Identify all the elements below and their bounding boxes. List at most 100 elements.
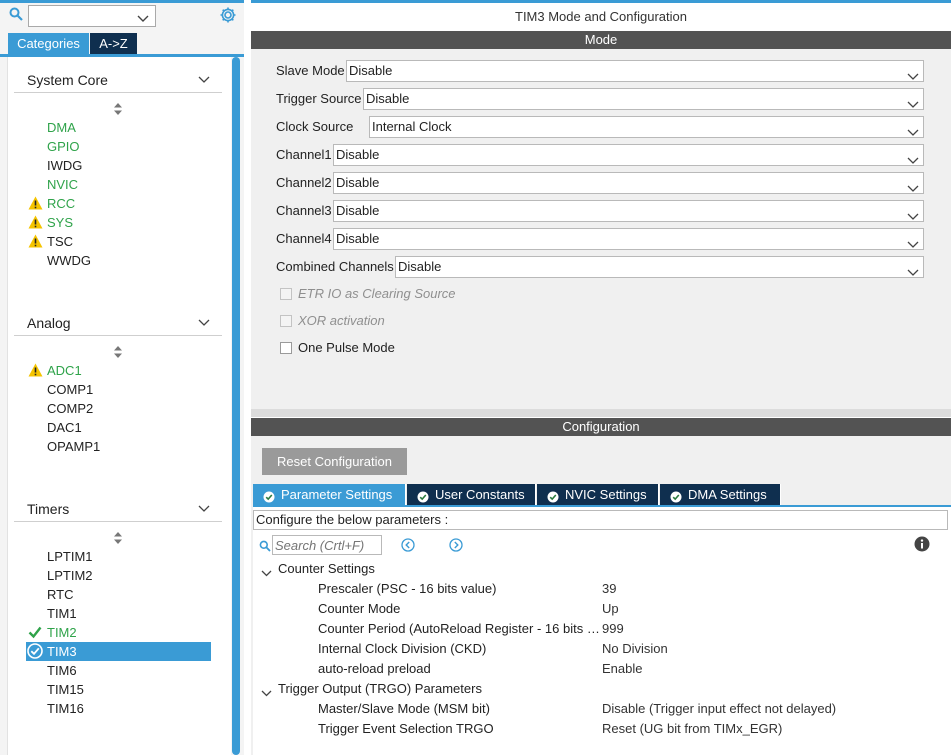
- sidebar-item-label: TIM1: [47, 606, 77, 621]
- sidebar-item-nvic[interactable]: NVIC: [26, 175, 211, 194]
- channel1-select[interactable]: Disable: [333, 144, 924, 166]
- sidebar-item-comp1[interactable]: COMP1: [26, 380, 211, 399]
- left-panel: Categories A->Z System Core DMA GPIO IWDG NV…: [0, 0, 244, 755]
- category-header-analog[interactable]: Analog: [14, 312, 222, 336]
- tab-a-z[interactable]: A->Z: [90, 33, 137, 54]
- sidebar-item-rcc[interactable]: RCC: [26, 194, 211, 213]
- sidebar-item-tsc[interactable]: TSC: [26, 232, 211, 251]
- parameter-value[interactable]: Reset (UG bit from TIMx_EGR): [602, 721, 782, 736]
- sidebar-item-iwdg[interactable]: IWDG: [26, 156, 211, 175]
- sidebar-item-dma[interactable]: DMA: [26, 118, 211, 137]
- chevron-down-icon: [907, 151, 919, 171]
- sidebar-item-wwdg[interactable]: WWDG: [26, 251, 211, 270]
- info-icon[interactable]: [914, 536, 930, 555]
- sidebar-item-lptim2[interactable]: LPTIM2: [26, 566, 211, 585]
- parameter-value[interactable]: Up: [602, 601, 619, 616]
- chevron-down-icon[interactable]: [198, 501, 210, 516]
- tab-user-constants[interactable]: User Constants: [407, 484, 536, 505]
- panel-splitter[interactable]: [251, 409, 951, 417]
- sidebar-item-tim3[interactable]: TIM3: [26, 642, 211, 661]
- sidebar-item-gpio[interactable]: GPIO: [26, 137, 211, 156]
- parameter-value[interactable]: No Division: [602, 641, 668, 656]
- sidebar-item-adc1[interactable]: ADC1: [26, 361, 211, 380]
- sidebar-item-label: TIM6: [47, 663, 77, 678]
- channel2-label: Channel2: [276, 175, 332, 190]
- sidebar-item-tim1[interactable]: TIM1: [26, 604, 211, 623]
- parameter-value[interactable]: Enable: [602, 661, 642, 676]
- configuration-header: Configuration: [251, 418, 951, 436]
- sort-icon[interactable]: [113, 103, 123, 118]
- parameter-row[interactable]: Counter Period (AutoReload Register - 16…: [253, 619, 951, 639]
- previous-match-button[interactable]: [401, 538, 415, 555]
- chevron-down-icon: [907, 95, 919, 115]
- sidebar-item-tim6[interactable]: TIM6: [26, 661, 211, 680]
- category-header-system-core[interactable]: System Core: [14, 69, 222, 93]
- parameter-row[interactable]: Master/Slave Mode (MSM bit) Disable (Trig…: [253, 699, 951, 719]
- main-panel-top-border: [251, 0, 951, 3]
- combined-channels-select[interactable]: Disable: [395, 256, 924, 278]
- trigger-source-value: Disable: [366, 91, 410, 106]
- parameter-search-input[interactable]: [272, 535, 382, 555]
- parameter-row[interactable]: Trigger Event Selection TRGO Reset (UG bi…: [253, 719, 951, 739]
- sidebar-scrollbar[interactable]: [232, 57, 240, 755]
- category-header-timers[interactable]: Timers: [14, 498, 222, 522]
- parameter-row[interactable]: Counter Mode Up: [253, 599, 951, 619]
- combined-channels-label: Combined Channels: [276, 259, 394, 274]
- checkbox-box[interactable]: [280, 288, 292, 300]
- clock-source-label: Clock Source: [276, 119, 354, 134]
- sidebar-item-tim15[interactable]: TIM15: [26, 680, 211, 699]
- channel3-value: Disable: [336, 203, 380, 218]
- channel2-select[interactable]: Disable: [333, 172, 924, 194]
- tab-nvic-settings[interactable]: NVIC Settings: [537, 484, 659, 505]
- sidebar-item-sys[interactable]: SYS: [26, 213, 211, 232]
- checkbox-box[interactable]: [280, 315, 292, 327]
- sidebar-item-lptim1[interactable]: LPTIM1: [26, 547, 211, 566]
- channel4-label: Channel4: [276, 231, 332, 246]
- sidebar-item-tim16[interactable]: TIM16: [26, 699, 211, 718]
- parameter-row[interactable]: Internal Clock Division (CKD) No Division: [253, 639, 951, 659]
- parameter-row[interactable]: Prescaler (PSC - 16 bits value) 39: [253, 579, 951, 599]
- channel4-select[interactable]: Disable: [333, 228, 924, 250]
- chevron-down-icon[interactable]: [137, 11, 149, 26]
- checkbox-box[interactable]: [280, 342, 292, 354]
- chevron-down-icon[interactable]: [198, 72, 210, 87]
- sort-icon[interactable]: [113, 532, 123, 547]
- sidebar-item-dac1[interactable]: DAC1: [26, 418, 211, 437]
- gear-icon[interactable]: [219, 6, 237, 27]
- sidebar-item-comp2[interactable]: COMP2: [26, 399, 211, 418]
- tab-dma-settings[interactable]: DMA Settings: [660, 484, 781, 505]
- tab-categories[interactable]: Categories: [8, 33, 89, 54]
- sidebar-item-label: DAC1: [47, 420, 82, 435]
- parameter-value[interactable]: Disable (Trigger input effect not delaye…: [602, 701, 836, 716]
- search-input[interactable]: [28, 5, 156, 27]
- parameter-name: auto-reload preload: [318, 661, 431, 676]
- clock-source-value: Internal Clock: [372, 119, 452, 134]
- parameter-name: Prescaler (PSC - 16 bits value): [318, 581, 497, 596]
- clock-source-select[interactable]: Internal Clock: [369, 116, 924, 138]
- next-match-button[interactable]: [449, 538, 463, 555]
- sidebar-item-tim2[interactable]: TIM2: [26, 623, 211, 642]
- channel2-value: Disable: [336, 175, 380, 190]
- reset-configuration-button[interactable]: Reset Configuration: [262, 448, 407, 475]
- parameter-value[interactable]: 39: [602, 581, 616, 596]
- sidebar-item-rtc[interactable]: RTC: [26, 585, 211, 604]
- chevron-down-icon: [907, 263, 919, 283]
- tab-parameter-settings[interactable]: Parameter Settings: [253, 484, 406, 505]
- category-title: Timers: [27, 501, 70, 517]
- chevron-down-icon[interactable]: [261, 565, 272, 580]
- parameter-name: Master/Slave Mode (MSM bit): [318, 701, 490, 716]
- chevron-down-icon[interactable]: [198, 315, 210, 330]
- sort-icon[interactable]: [113, 346, 123, 361]
- parameter-row[interactable]: auto-reload preload Enable: [253, 659, 951, 679]
- sidebar-item-opamp1[interactable]: OPAMP1: [26, 437, 211, 456]
- trigger-source-select[interactable]: Disable: [363, 88, 924, 110]
- parameter-value[interactable]: 999: [602, 621, 624, 636]
- chevron-down-icon[interactable]: [261, 685, 272, 700]
- slave-mode-select[interactable]: Disable: [346, 60, 924, 82]
- chevron-down-icon: [907, 235, 919, 255]
- parameter-name: Counter Mode: [318, 601, 401, 616]
- search-icon[interactable]: [9, 7, 23, 24]
- category-title: Analog: [27, 315, 71, 331]
- channel3-label: Channel3: [276, 203, 332, 218]
- channel3-select[interactable]: Disable: [333, 200, 924, 222]
